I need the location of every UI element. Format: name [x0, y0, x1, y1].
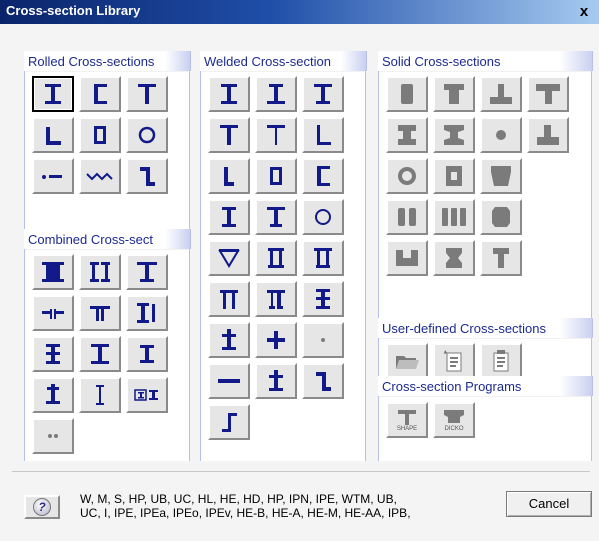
- help-button[interactable]: ?: [24, 495, 60, 519]
- solid-inv-t-button[interactable]: [480, 76, 522, 112]
- welded-t-plate-button[interactable]: [255, 199, 297, 235]
- channel-section-button[interactable]: [79, 76, 121, 112]
- solid-three-bars-button[interactable]: [433, 199, 475, 235]
- t-section-button[interactable]: [126, 76, 168, 112]
- welded-t-thin-button[interactable]: [255, 117, 297, 153]
- solid-u-button[interactable]: [386, 240, 428, 276]
- solid-rect-button[interactable]: [386, 76, 428, 112]
- solid-circle-button[interactable]: [480, 117, 522, 153]
- welded-step-button[interactable]: [208, 404, 250, 440]
- i-plate-top-button[interactable]: [32, 377, 74, 413]
- title-bar: Cross-section Library x: [0, 0, 599, 24]
- solid-i-taper-button[interactable]: [433, 117, 475, 153]
- welded-pipe-button[interactable]: [302, 199, 344, 235]
- sheet-pile-section-button[interactable]: [79, 158, 121, 194]
- solid-l-button[interactable]: [527, 117, 569, 153]
- user-defined-panel: User-defined Cross-sections: [378, 318, 593, 379]
- rolled-panel: Rolled Cross-sections: [24, 51, 191, 232]
- welded-dot-button[interactable]: [302, 322, 344, 358]
- solid-hourglass-button[interactable]: [433, 240, 475, 276]
- solid-box-button[interactable]: [433, 158, 475, 194]
- welded-pi-button[interactable]: [208, 281, 250, 317]
- i-dotted-button[interactable]: [79, 377, 121, 413]
- shape-program-label: SHAPE: [396, 426, 418, 432]
- window-title: Cross-section Library: [6, 3, 141, 18]
- welded-panel: Welded Cross-section: [200, 51, 367, 469]
- flat-section-button[interactable]: [32, 158, 74, 194]
- double-angle-t-button[interactable]: [32, 295, 74, 331]
- section-description: W, M, S, HP, UB, UC, HL, HE, HD, HP, IPN…: [80, 492, 490, 520]
- pipe-section-button[interactable]: [126, 117, 168, 153]
- welded-triangle-button[interactable]: [208, 240, 250, 276]
- welded-i-narrow-button[interactable]: [208, 199, 250, 235]
- footer-divider: [12, 471, 590, 472]
- welded-angle-button[interactable]: [302, 117, 344, 153]
- open-folder-button[interactable]: [386, 343, 428, 379]
- i-section-button[interactable]: [32, 76, 74, 112]
- welded-plus-button[interactable]: [255, 322, 297, 358]
- welded-flat-button[interactable]: [208, 363, 250, 399]
- solid-t-wide-button[interactable]: [527, 76, 569, 112]
- programs-panel: Cross-section Programs SHAPE DICKO: [378, 376, 593, 469]
- rect-hollow-section-button[interactable]: [79, 117, 121, 153]
- rolled-panel-title: Rolled Cross-sections: [24, 51, 191, 71]
- shape-program-button[interactable]: SHAPE: [386, 402, 428, 438]
- solid-i-button[interactable]: [386, 117, 428, 153]
- back-to-back-channel-button[interactable]: [79, 254, 121, 290]
- solid-two-bars-button[interactable]: [386, 199, 428, 235]
- footer: ? W, M, S, HP, UB, UC, HL, HE, HD, HP, I…: [0, 461, 599, 541]
- close-button[interactable]: x: [573, 3, 595, 21]
- welded-z-button[interactable]: [302, 363, 344, 399]
- welded-i-asym-button[interactable]: [255, 76, 297, 112]
- z-section-button[interactable]: [126, 158, 168, 194]
- welded-t-button[interactable]: [208, 117, 250, 153]
- solid-ring-button[interactable]: [386, 158, 428, 194]
- cancel-button[interactable]: Cancel: [506, 491, 592, 517]
- solid-panel: Solid Cross-sections: [378, 51, 593, 321]
- dialog-body: Rolled Cross-sections Combined Cross-sec…: [0, 24, 599, 541]
- solid-trapezoid-button[interactable]: [480, 158, 522, 194]
- welded-cross-button[interactable]: [302, 281, 344, 317]
- cross-i-button[interactable]: [32, 336, 74, 372]
- welded-pi-flange-button[interactable]: [255, 281, 297, 317]
- welded-channel-button[interactable]: [302, 158, 344, 194]
- programs-panel-title: Cross-section Programs: [378, 376, 593, 396]
- two-dots-button[interactable]: [32, 418, 74, 454]
- combined-panel-title: Combined Cross-sect: [24, 229, 191, 249]
- angle-section-button[interactable]: [32, 117, 74, 153]
- i-stacked-button[interactable]: [79, 336, 121, 372]
- double-t-button[interactable]: [79, 295, 121, 331]
- i-with-plate-button[interactable]: [126, 254, 168, 290]
- welded-cross-t-button[interactable]: [208, 322, 250, 358]
- user-defined-panel-title: User-defined Cross-sections: [378, 318, 593, 338]
- welded-i-button[interactable]: [208, 76, 250, 112]
- help-icon: ?: [33, 498, 51, 516]
- dicko-program-button[interactable]: DICKO: [433, 402, 475, 438]
- welded-box-top-button[interactable]: [302, 240, 344, 276]
- new-section-button[interactable]: [433, 343, 475, 379]
- solid-t-button[interactable]: [433, 76, 475, 112]
- edit-section-button[interactable]: [480, 343, 522, 379]
- welded-panel-title: Welded Cross-section: [200, 51, 367, 71]
- double-i-section-button[interactable]: [32, 254, 74, 290]
- combined-panel: Combined Cross-sect: [24, 229, 191, 469]
- welded-box-flange-button[interactable]: [255, 240, 297, 276]
- welded-i-mono-button[interactable]: [302, 76, 344, 112]
- solid-panel-title: Solid Cross-sections: [378, 51, 593, 71]
- solid-t-taper-button[interactable]: [480, 240, 522, 276]
- i-and-plate-button[interactable]: [126, 295, 168, 331]
- dicko-program-label: DICKO: [444, 426, 464, 432]
- i-small-button[interactable]: [126, 336, 168, 372]
- boxed-i-button[interactable]: [126, 377, 168, 413]
- welded-l-button[interactable]: [208, 158, 250, 194]
- welded-box-button[interactable]: [255, 158, 297, 194]
- solid-rounded-button[interactable]: [480, 199, 522, 235]
- welded-t-top-button[interactable]: [255, 363, 297, 399]
- description-line-2: UC, I, IPE, IPEa, IPEo, IPEv, HE-B, HE-A…: [80, 506, 411, 520]
- description-line-1: W, M, S, HP, UB, UC, HL, HE, HD, HP, IPN…: [80, 492, 397, 506]
